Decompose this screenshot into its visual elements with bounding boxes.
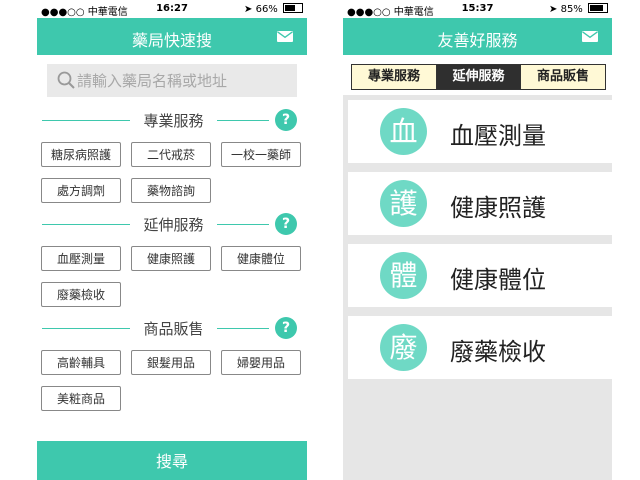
section-title: 商品販售 <box>143 320 204 338</box>
page-title: 友善好服務 <box>437 31 518 50</box>
divider <box>217 328 269 329</box>
filter-chip[interactable]: 銀髮用品 <box>131 350 211 375</box>
filter-chip[interactable]: 婦嬰用品 <box>221 350 301 375</box>
tab-products[interactable]: 商品販售 <box>521 65 605 89</box>
nav-bar: 藥局快速搜 <box>37 18 307 55</box>
service-item-drug-recycling[interactable]: 廢 廢藥檢收 <box>348 316 612 379</box>
service-label: 血壓測量 <box>450 122 546 150</box>
divider <box>217 224 269 225</box>
section-title: 延伸服務 <box>143 216 204 234</box>
status-bar: ●●●○○ 中華電信 15:37 ➤ 85% <box>343 0 612 18</box>
status-bar: ●●●○○ 中華電信 16:27 ➤ 66% <box>37 0 307 18</box>
filter-chip[interactable]: 處方調劑 <box>41 178 121 203</box>
filter-chip[interactable]: 健康體位 <box>221 246 301 271</box>
service-glyph-icon: 護 <box>380 180 427 227</box>
service-item-blood-pressure[interactable]: 血 血壓測量 <box>348 100 612 163</box>
location-icon: ➤ <box>244 4 253 15</box>
filter-chip[interactable]: 一校一藥師 <box>221 142 301 167</box>
service-glyph-icon: 血 <box>380 108 427 155</box>
section-header-products: 商品販售 ? <box>37 317 307 339</box>
battery-percent: 66% <box>255 4 278 15</box>
status-right: ➤ 66% <box>244 3 303 15</box>
help-icon[interactable]: ? <box>275 213 297 235</box>
filter-chip[interactable]: 糖尿病照護 <box>41 142 121 167</box>
battery-icon <box>283 3 303 13</box>
battery-icon <box>588 3 608 13</box>
segmented-tabs: 專業服務 延伸服務 商品販售 <box>351 64 606 90</box>
status-right: ➤ 85% <box>549 3 608 15</box>
service-label: 廢藥檢收 <box>450 338 546 366</box>
mail-icon[interactable] <box>277 31 293 42</box>
search-icon <box>57 71 75 89</box>
tab-extended[interactable]: 延伸服務 <box>437 65 521 89</box>
filter-chip[interactable]: 廢藥檢收 <box>41 282 121 307</box>
search-box <box>47 64 297 97</box>
service-glyph-icon: 廢 <box>380 324 427 371</box>
search-screen: ●●●○○ 中華電信 16:27 ➤ 66% 藥局快速搜 專業服務 ? 糖尿病照… <box>37 0 307 480</box>
service-item-body-weight[interactable]: 體 健康體位 <box>348 244 612 307</box>
service-label: 健康體位 <box>450 266 546 294</box>
filter-chip[interactable]: 血壓測量 <box>41 246 121 271</box>
chip-group-professional: 糖尿病照護 二代戒菸 一校一藥師 處方調劑 藥物諮詢 <box>41 142 307 205</box>
nav-bar: 友善好服務 <box>343 18 612 55</box>
chip-group-extended: 血壓測量 健康照護 健康體位 廢藥檢收 <box>41 246 307 309</box>
help-icon[interactable]: ? <box>275 317 297 339</box>
help-icon[interactable]: ? <box>275 109 297 131</box>
battery-percent: 85% <box>560 4 583 15</box>
service-label: 健康照護 <box>450 194 546 222</box>
section-header-professional: 專業服務 ? <box>37 109 307 131</box>
location-icon: ➤ <box>549 4 558 15</box>
search-input[interactable] <box>77 64 292 97</box>
divider <box>42 328 130 329</box>
tab-professional[interactable]: 專業服務 <box>352 65 437 89</box>
filter-chip[interactable]: 二代戒菸 <box>131 142 211 167</box>
search-button[interactable]: 搜尋 <box>37 441 307 480</box>
filter-chip[interactable]: 藥物諮詢 <box>131 178 211 203</box>
service-item-health-care[interactable]: 護 健康照護 <box>348 172 612 235</box>
divider <box>42 224 130 225</box>
mail-icon[interactable] <box>582 31 598 42</box>
filter-chip[interactable]: 高齡輔具 <box>41 350 121 375</box>
divider <box>42 120 130 121</box>
section-title: 專業服務 <box>143 112 204 130</box>
service-glyph-icon: 體 <box>380 252 427 299</box>
chip-group-products: 高齡輔具 銀髮用品 婦嬰用品 美粧商品 <box>41 350 307 413</box>
services-screen: ●●●○○ 中華電信 15:37 ➤ 85% 友善好服務 專業服務 延伸服務 商… <box>343 0 612 480</box>
filter-chip[interactable]: 美粧商品 <box>41 386 121 411</box>
page-title: 藥局快速搜 <box>131 31 212 50</box>
filter-chip[interactable]: 健康照護 <box>131 246 211 271</box>
section-header-extended: 延伸服務 ? <box>37 213 307 235</box>
divider <box>217 120 269 121</box>
